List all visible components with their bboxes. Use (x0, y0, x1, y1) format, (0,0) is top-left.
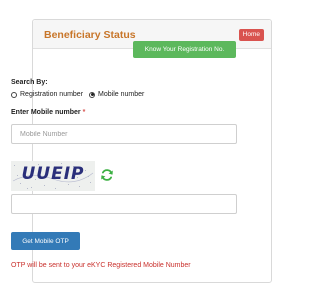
captcha-input[interactable] (11, 194, 237, 214)
otp-note: OTP will be sent to your eKYC Registered… (11, 262, 191, 269)
get-mobile-otp-button[interactable]: Get Mobile OTP (11, 232, 80, 250)
know-registration-button[interactable]: Know Your Registration No. (133, 41, 236, 58)
registration-number-radio[interactable] (11, 91, 17, 98)
mobile-number-input[interactable] (11, 124, 237, 144)
refresh-icon[interactable] (100, 168, 114, 182)
required-marker: * (82, 109, 86, 116)
search-by-label: Search By: (11, 79, 48, 86)
mobile-number-radio-label[interactable]: Mobile number (98, 91, 144, 98)
captcha-image: UUEIP (11, 161, 95, 191)
captcha-text: UUEIP (21, 164, 85, 184)
home-button[interactable]: Home (238, 29, 264, 41)
page-title: Beneficiary Status (44, 29, 136, 41)
mobile-number-radio[interactable] (89, 91, 96, 98)
mobile-number-label-text: Enter Mobile number (11, 109, 81, 116)
mobile-number-label: Enter Mobile number * (11, 109, 85, 116)
search-by-options: Registration number Mobile number (11, 91, 150, 98)
registration-number-radio-label[interactable]: Registration number (20, 91, 83, 98)
